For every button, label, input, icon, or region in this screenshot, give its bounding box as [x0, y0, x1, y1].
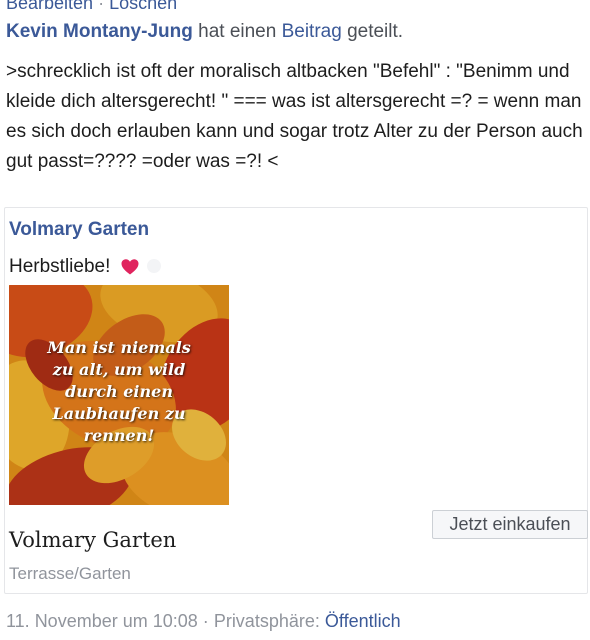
shared-post-text: Herbstliebe!: [9, 256, 111, 277]
shared-page-name[interactable]: Volmary Garten: [9, 219, 149, 241]
image-caption-line: Laubhaufen zu: [52, 404, 186, 423]
share-text-after: geteilt.: [347, 21, 404, 42]
image-caption-line: Man ist niemals: [47, 338, 191, 357]
author-name[interactable]: Kevin Montany-Jung: [6, 21, 193, 42]
store-category: Terrasse/Garten: [9, 564, 131, 583]
image-caption: Man ist niemals zu alt, um wild durch ei…: [9, 337, 229, 447]
post-meta: 11. November um 10:08 · Privatsphäre: Öf…: [6, 611, 401, 632]
separator: ·: [202, 611, 209, 631]
autumn-leaves-image[interactable]: Man ist niemals zu alt, um wild durch ei…: [9, 285, 229, 505]
post-message: >schrecklich ist oft der moralisch altba…: [6, 61, 583, 172]
image-caption-line: rennen!: [83, 426, 155, 445]
privacy-setting-link[interactable]: Öffentlich: [325, 611, 401, 631]
post-timestamp[interactable]: 11. November um 10:08: [6, 611, 198, 631]
image-caption-line: zu alt, um wild: [52, 360, 186, 379]
privacy-label: Privatsphäre:: [213, 611, 320, 631]
edit-link[interactable]: Bearbeiten: [6, 0, 93, 13]
post-link[interactable]: Beitrag: [282, 21, 342, 42]
image-caption-line: durch einen: [65, 382, 173, 401]
post-actions: Bearbeiten · Löschen: [6, 0, 177, 14]
delete-link[interactable]: Löschen: [109, 0, 177, 13]
share-header: Kevin Montany-Jung hat einen Beitrag get…: [6, 21, 403, 43]
shop-now-button[interactable]: Jetzt einkaufen: [432, 510, 588, 539]
share-text-before: hat einen: [198, 21, 277, 42]
separator: ·: [98, 0, 105, 13]
red-heart-icon: [121, 259, 139, 275]
shared-post-text-row: Herbstliebe!: [9, 256, 161, 278]
store-name[interactable]: Volmary Garten: [9, 528, 176, 552]
reaction-placeholder-icon: [146, 259, 161, 273]
